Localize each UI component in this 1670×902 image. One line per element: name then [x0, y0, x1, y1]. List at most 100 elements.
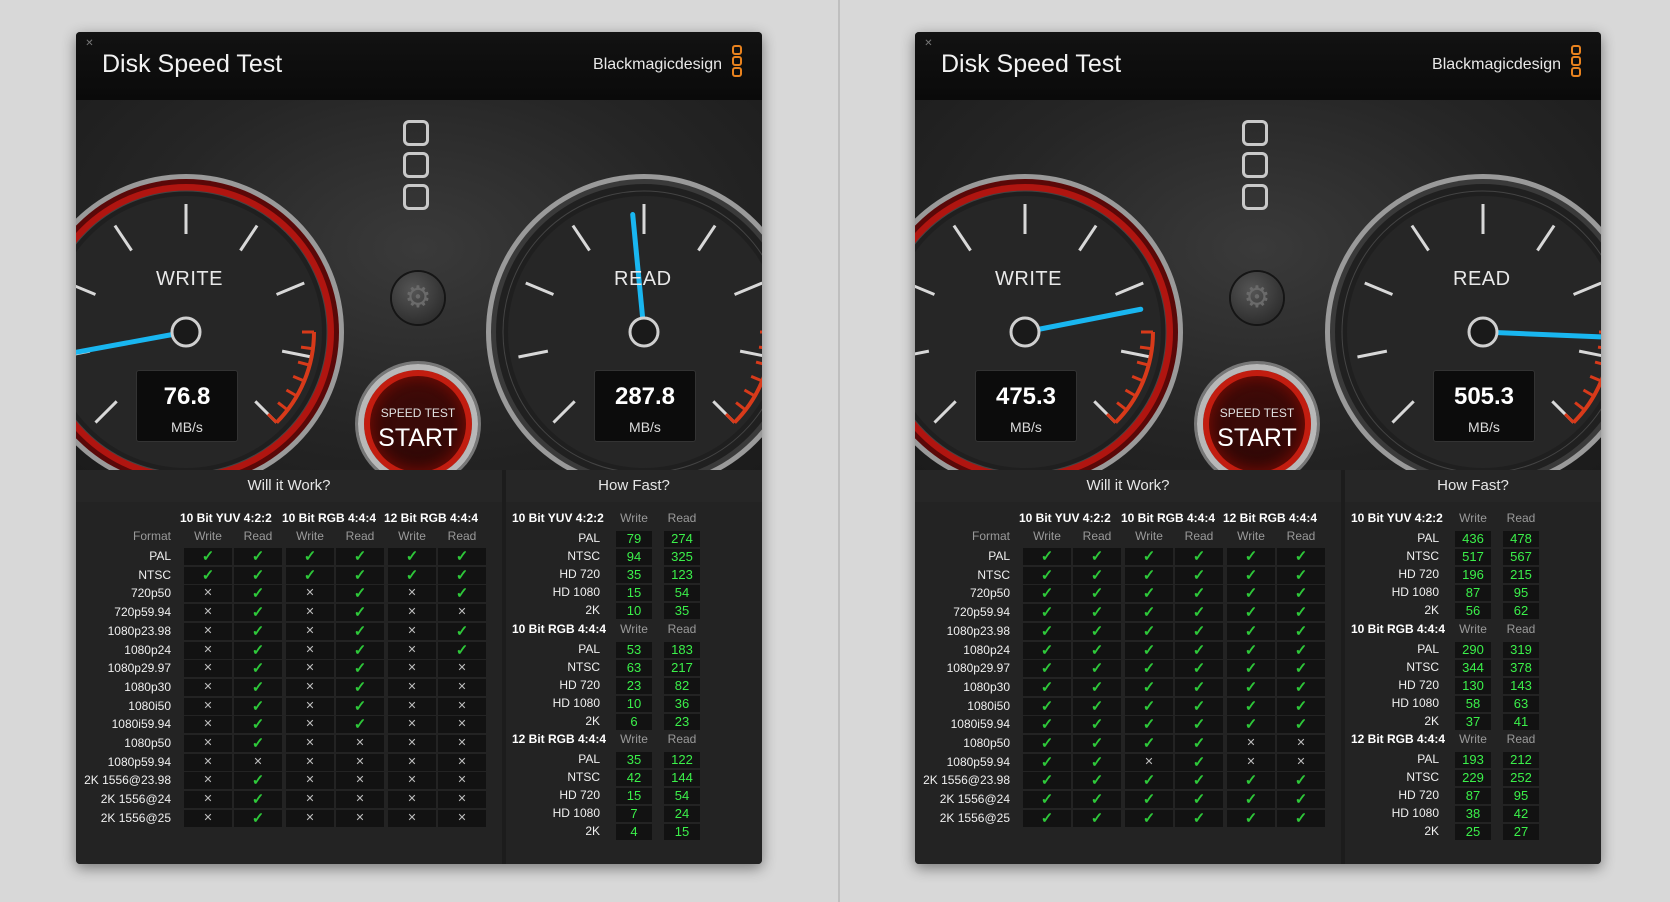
check-icon: ✓ [1125, 566, 1173, 584]
write-speed-value: 79 [616, 531, 652, 547]
format-row-label: 1080p23.98 [946, 623, 1010, 638]
cross-icon: ✕ [388, 697, 436, 715]
check-icon: ✓ [336, 716, 384, 734]
start-button-label: START [1217, 424, 1297, 452]
check-icon: ✓ [388, 548, 436, 565]
resolution-row-label: HD 1080 [552, 585, 600, 599]
cross-icon: ✕ [184, 753, 232, 771]
format-row-label: 2K 1556@23.98 [923, 773, 1010, 788]
window-title: Disk Speed Test [102, 50, 283, 78]
column-subheader: Read [1082, 529, 1112, 543]
resolution-group-header: 12 Bit RGB 4:4:4 [512, 732, 607, 746]
format-row-label: 1080i59.94 [950, 717, 1010, 732]
read-unit: MB/s [1468, 419, 1500, 435]
resolution-row-label: PAL [578, 752, 600, 766]
gauge-hub [628, 316, 660, 348]
format-row-label: NTSC [138, 567, 171, 582]
format-row-label: 1080i50 [967, 698, 1010, 713]
check-icon: ✓ [1227, 622, 1275, 640]
check-icon: ✓ [336, 548, 384, 565]
format-row-label: 2K 1556@24 [939, 792, 1010, 807]
disk-speed-test-window: ✕ Disk Speed Test Blackmagicdesign WRITE 76.… [76, 32, 762, 864]
screen-divider [838, 0, 840, 902]
read-speed-value: 217 [664, 659, 700, 676]
write-speed-value: 63 [616, 659, 652, 676]
check-icon: ✓ [1023, 809, 1071, 827]
resolution-row-label: HD 1080 [1391, 695, 1439, 710]
cross-icon: ✕ [184, 791, 232, 809]
write-speed-value: 6 [616, 713, 652, 730]
check-icon: ✓ [438, 548, 486, 565]
format-row-label: 1080p59.94 [946, 754, 1010, 769]
resolution-row-label: 2K [1424, 824, 1439, 838]
resolution-row-label: PAL [1417, 641, 1439, 656]
logo-square [1571, 45, 1581, 55]
format-row-label: 2K 1556@25 [939, 810, 1010, 825]
resolution-row-label: PAL [1417, 531, 1439, 545]
check-icon: ✓ [1125, 809, 1173, 827]
gear-icon[interactable]: ⚙ [392, 272, 444, 324]
check-icon: ✓ [388, 566, 436, 584]
cross-icon: ✕ [1227, 753, 1275, 771]
read-speed-value: 27 [1503, 824, 1539, 840]
check-icon: ✓ [1227, 809, 1275, 827]
resolution-row-label: 2K [585, 824, 600, 838]
cross-icon: ✕ [184, 809, 232, 827]
read-label: READ [614, 268, 672, 290]
column-subheader: Read [447, 529, 477, 543]
resolution-row-label: NTSC [1406, 549, 1439, 563]
read-speed-value: 378 [1503, 659, 1539, 676]
how-fast-table: 10 Bit YUV 4:2:2 Write Read PAL 436 478 NTSC 51… [1345, 502, 1601, 864]
check-icon: ✓ [1227, 697, 1275, 715]
write-value: 475.3 [995, 383, 1057, 410]
format-row-label: 1080p50 [124, 736, 171, 750]
column-subheader: Write [398, 529, 426, 543]
close-icon[interactable]: ✕ [923, 38, 934, 49]
check-icon: ✓ [1277, 604, 1325, 622]
cross-icon: ✕ [388, 641, 436, 659]
close-icon[interactable]: ✕ [84, 38, 95, 49]
check-icon: ✓ [1125, 548, 1173, 565]
check-icon: ✓ [1227, 772, 1275, 790]
check-icon: ✓ [234, 660, 282, 678]
check-icon: ✓ [1125, 716, 1173, 734]
cross-icon: ✕ [388, 809, 436, 827]
read-speed-value: 23 [664, 713, 700, 730]
cross-icon: ✕ [286, 809, 334, 827]
cross-icon: ✕ [286, 791, 334, 809]
check-icon: ✓ [1175, 641, 1223, 659]
write-speed-value: 290 [1455, 641, 1491, 658]
check-icon: ✓ [1073, 791, 1121, 809]
logo-square [732, 67, 742, 77]
cross-icon: ✕ [438, 753, 486, 771]
check-icon: ✓ [1023, 585, 1071, 603]
cross-icon: ✕ [234, 753, 282, 771]
format-row-label: 2K 1556@25 [100, 810, 171, 825]
cross-icon: ✕ [184, 772, 232, 790]
indicator-light [1242, 120, 1268, 146]
cross-icon: ✕ [1277, 753, 1325, 771]
start-button[interactable]: SPEED TEST START [358, 364, 478, 484]
format-column-label: Format [971, 529, 1010, 543]
check-icon: ✓ [1125, 791, 1173, 809]
format-row-label: 720p59.94 [114, 605, 171, 620]
start-button[interactable]: SPEED TEST START [1197, 364, 1317, 484]
format-row-label: 1080p29.97 [107, 661, 171, 676]
read-gauge [1325, 174, 1601, 490]
format-group-header: 10 Bit RGB 4:4:4 [282, 511, 377, 525]
read-speed-value: 15 [664, 824, 700, 840]
start-button-caption: SPEED TEST [380, 406, 456, 420]
check-icon: ✓ [234, 772, 282, 790]
check-icon: ✓ [1023, 791, 1071, 809]
format-row-label: 1080p30 [124, 679, 171, 694]
check-icon: ✓ [438, 585, 486, 603]
check-icon: ✓ [1023, 604, 1071, 622]
check-icon: ✓ [234, 678, 282, 696]
write-speed-value: 35 [616, 752, 652, 768]
cross-icon: ✕ [388, 585, 436, 603]
write-speed-value: 344 [1455, 659, 1491, 676]
check-icon: ✓ [1175, 735, 1223, 752]
check-icon: ✓ [234, 791, 282, 809]
gear-icon[interactable]: ⚙ [1231, 272, 1283, 324]
check-icon: ✓ [1175, 791, 1223, 809]
